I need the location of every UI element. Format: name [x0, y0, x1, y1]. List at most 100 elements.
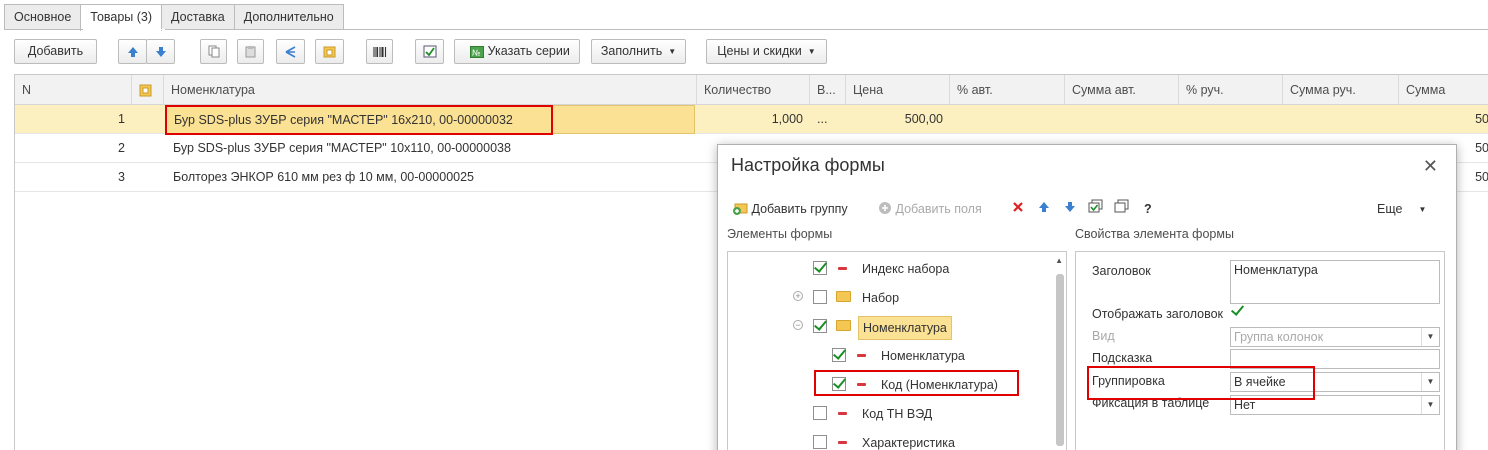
form-elements-tree: Индекс набора + Набор − Номенклатура Ном… — [727, 251, 1067, 450]
field-icon — [838, 441, 847, 444]
move-up-button[interactable] — [1038, 199, 1050, 219]
hint-field[interactable] — [1230, 349, 1440, 369]
uncheck-all-button[interactable] — [1114, 199, 1129, 219]
tree-checkbox[interactable] — [813, 435, 827, 449]
column-header-sum[interactable]: Сумма — [1399, 75, 1488, 105]
tab-additional[interactable]: Дополнительно — [233, 4, 344, 30]
nomenclature-cell[interactable]: Бур SDS-plus ЗУБР серия "МАСТЕР" 16x210,… — [166, 105, 695, 134]
chevron-down-icon: ▼ — [1418, 204, 1427, 214]
delete-button[interactable] — [1012, 199, 1024, 219]
column-header-nomenclature[interactable]: Номенклатура — [164, 75, 697, 105]
tree-checkbox[interactable] — [813, 261, 827, 275]
fill-dropdown-button[interactable]: Заполнить ▼ — [591, 39, 686, 64]
unit-cell[interactable]: ... — [810, 105, 846, 134]
split-row-button[interactable] — [276, 39, 305, 64]
add-group-button[interactable]: Добавить группу — [732, 199, 848, 219]
view-value: Группа колонок — [1234, 330, 1324, 344]
add-circle-icon — [879, 202, 891, 214]
check-button[interactable] — [415, 39, 444, 64]
tree-item-label-selected: Номенклатура — [858, 316, 952, 340]
folder-column-icon — [139, 84, 152, 97]
column-header-auto-percent[interactable]: % авт. — [950, 75, 1065, 105]
help-button[interactable]: ? — [1144, 199, 1152, 219]
prices-discounts-dropdown-button[interactable]: Цены и скидки ▼ — [706, 39, 827, 64]
active-tab-gap — [83, 29, 165, 30]
show-caption-label: Отображать заголовок — [1092, 307, 1224, 321]
scroll-up-icon[interactable]: ▲ — [1055, 256, 1063, 265]
tab-delivery[interactable]: Доставка — [161, 4, 235, 30]
tree-checkbox[interactable] — [813, 319, 827, 333]
tab-main[interactable]: Основное — [4, 4, 82, 30]
tree-item-label: Код ТН ВЭД — [862, 407, 933, 421]
column-header-manual-percent[interactable]: % руч. — [1179, 75, 1283, 105]
folder-icon — [836, 320, 851, 331]
tree-item[interactable]: − Номенклатура — [728, 316, 1048, 340]
nomenclature-cell[interactable]: Бур SDS-plus ЗУБР серия "МАСТЕР" 10x110,… — [166, 134, 695, 163]
sum-cell[interactable]: 50 — [1399, 105, 1488, 134]
caption-label: Заголовок — [1092, 264, 1151, 278]
column-header-n[interactable]: N — [15, 75, 132, 105]
tree-checkbox[interactable] — [832, 377, 846, 391]
folder-icon — [836, 291, 851, 302]
check-all-button[interactable] — [1088, 199, 1103, 219]
copy-icon — [208, 45, 219, 58]
price-cell[interactable]: 500,00 — [846, 105, 950, 134]
check-all-icon — [1088, 199, 1103, 213]
move-up-button[interactable] — [118, 39, 147, 64]
view-label: Вид — [1092, 329, 1115, 343]
fixation-select[interactable]: Нет ▼ — [1230, 395, 1440, 415]
element-properties-panel: Заголовок Номенклатура Отображать заголо… — [1075, 251, 1445, 450]
copy-button[interactable] — [200, 39, 227, 64]
scrollbar-thumb[interactable] — [1056, 274, 1064, 446]
tree-item[interactable]: Код ТН ВЭД — [728, 403, 1048, 425]
caption-field[interactable]: Номенклатура — [1230, 260, 1440, 304]
row-number: 2 — [118, 141, 125, 155]
show-caption-checkbox[interactable] — [1230, 304, 1244, 318]
expand-icon[interactable]: + — [793, 291, 803, 301]
nomenclature-cell[interactable]: Болторез ЭНКОР 610 мм рез ф 10 мм, 00-00… — [166, 163, 695, 192]
fill-label: Заполнить — [600, 44, 663, 58]
collapse-icon[interactable]: − — [793, 320, 803, 330]
specify-series-button[interactable]: № Указать серии — [454, 39, 580, 64]
close-icon[interactable]: ✕ — [1423, 156, 1438, 177]
tree-checkbox[interactable] — [813, 406, 827, 420]
add-group-label: Добавить группу — [751, 202, 848, 216]
column-header-icon[interactable] — [132, 75, 164, 105]
column-header-auto-sum[interactable]: Сумма авт. — [1065, 75, 1179, 105]
paste-icon — [245, 46, 255, 58]
more-button[interactable]: Еще ▼ — [1377, 199, 1426, 219]
column-header-quantity[interactable]: Количество — [697, 75, 810, 105]
form-elements-label: Элементы формы — [727, 227, 833, 241]
tree-checkbox[interactable] — [813, 290, 827, 304]
hint-label: Подсказка — [1092, 351, 1153, 365]
quantity-cell[interactable]: 1,000 — [697, 105, 810, 134]
tree-scrollbar[interactable]: ▲ — [1055, 256, 1064, 450]
tree-item[interactable]: + Набор — [728, 287, 1048, 309]
paste-button[interactable] — [237, 39, 264, 64]
grouping-value: В ячейке — [1234, 375, 1286, 389]
tab-goods[interactable]: Товары (3) — [80, 4, 163, 31]
add-button[interactable]: Добавить — [14, 39, 97, 64]
add-fields-button[interactable]: Добавить поля — [878, 199, 982, 219]
tree-item-label: Характеристика — [862, 436, 955, 450]
grouping-select[interactable]: В ячейке ▼ — [1230, 372, 1440, 392]
barcode-button[interactable] — [366, 39, 393, 64]
tree-checkbox[interactable] — [832, 348, 846, 362]
specify-series-label: Указать серии — [487, 44, 570, 58]
field-icon — [838, 412, 847, 415]
view-select[interactable]: Группа колонок ▼ — [1230, 327, 1440, 347]
tree-item[interactable]: Номенклатура — [728, 345, 1048, 367]
move-down-button[interactable] — [1064, 199, 1076, 219]
table-row[interactable]: 1 Бур SDS-plus ЗУБР серия "МАСТЕР" 16x21… — [15, 105, 1488, 134]
add-fields-label: Добавить поля — [895, 202, 982, 216]
tab-bar: Основное Товары (3) Доставка Дополнитель… — [4, 4, 344, 31]
column-header-manual-sum[interactable]: Сумма руч. — [1283, 75, 1399, 105]
pick-button[interactable] — [315, 39, 344, 64]
move-down-button[interactable] — [146, 39, 175, 64]
uncheck-all-icon — [1114, 199, 1129, 213]
tree-item[interactable]: Индекс набора — [728, 258, 1048, 280]
tree-item[interactable]: Характеристика — [728, 432, 1048, 450]
column-header-unit[interactable]: В... — [810, 75, 846, 105]
column-header-price[interactable]: Цена — [846, 75, 950, 105]
tree-item[interactable]: Код (Номенклатура) — [728, 374, 1048, 396]
